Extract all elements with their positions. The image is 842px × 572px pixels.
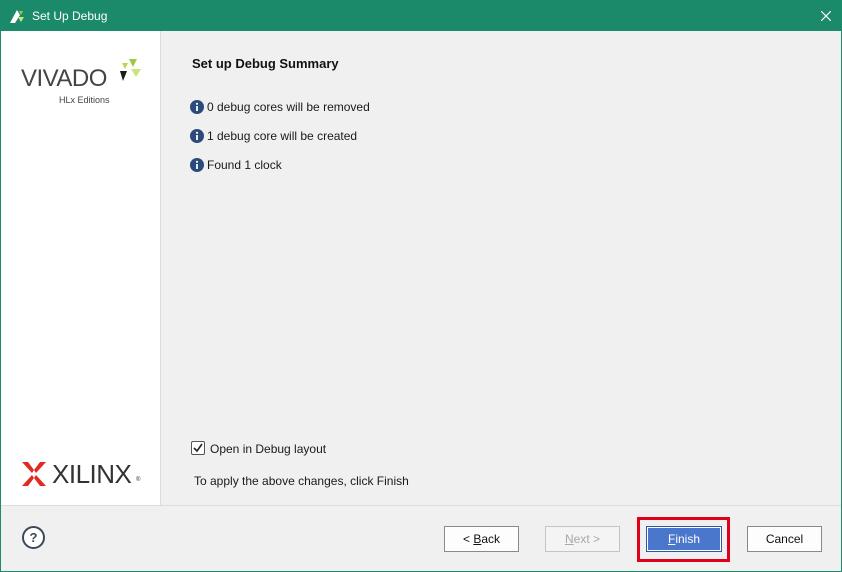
next-button[interactable]: Next > [545,526,620,552]
message-text: 1 debug core will be created [207,129,358,143]
next-mnemonic: N [564,532,574,546]
registered-mark: ® [136,477,141,483]
button-bar: ? < Back Next > Finish Cancel [1,505,841,571]
cancel-button[interactable]: Cancel [747,526,822,552]
finish-button[interactable]: Finish [646,526,722,552]
checkmark-icon [193,443,203,453]
xilinx-logo: XILINX ® [22,459,147,489]
next-label-rest: ext > [573,532,601,546]
help-button[interactable]: ? [22,526,45,549]
xilinx-mark-icon [22,462,46,486]
set-up-debug-dialog: Set Up Debug VIVADO HLx Editions XILINX … [0,0,842,572]
help-icon: ? [29,530,38,545]
vivado-mark-icon [120,59,141,81]
apply-hint: To apply the above changes, click Finish [194,474,409,488]
info-icon [190,129,204,143]
message-text: Found 1 clock [207,158,282,172]
open-debug-layout-label[interactable]: Open in Debug layout [210,442,326,456]
back-label-rest: ack [481,532,501,546]
info-icon [190,100,204,114]
close-icon [821,11,831,21]
back-prefix: < [462,532,474,546]
close-button[interactable] [811,1,841,31]
summary-panel: Set up Debug Summary 0 debug cores will … [162,31,841,505]
finish-label-rest: inish [675,532,701,546]
window-title: Set Up Debug [32,9,108,23]
wizard-sidebar: VIVADO HLx Editions XILINX ® [1,31,161,505]
info-icon [190,158,204,172]
message-text: 0 debug cores will be removed [207,100,370,114]
vivado-wordmark: VIVADO [21,65,107,92]
vivado-edition: HLx Editions [59,95,110,105]
vivado-app-icon [9,8,25,24]
vivado-logo: VIVADO HLx Editions [21,55,146,107]
xilinx-wordmark: XILINX [52,459,132,489]
back-button[interactable]: < Back [444,526,519,552]
open-debug-layout-checkbox[interactable] [191,441,205,455]
title-bar: Set Up Debug [1,1,841,31]
page-title: Set up Debug Summary [192,56,339,71]
